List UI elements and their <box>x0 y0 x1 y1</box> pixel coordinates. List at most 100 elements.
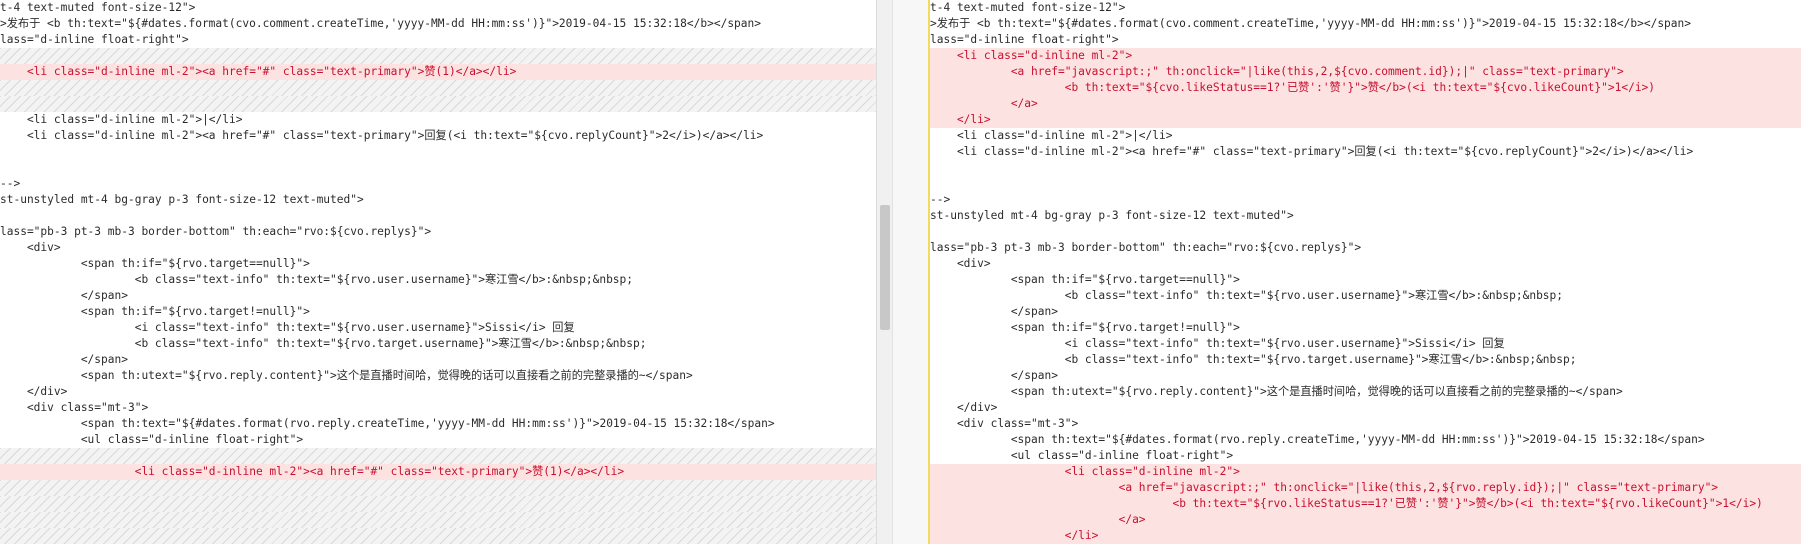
code-line-text: <ul class="d-inline float-right"> <box>930 449 1234 462</box>
code-line: <span th:if="${rvo.target!=null}"> <box>930 320 1801 336</box>
right-file-pane[interactable]: t-4 text-muted font-size-12"> >发布于 <b th:… <box>930 0 1801 544</box>
code-line: <li class="d-inline ml-2">|</li> <box>0 112 876 128</box>
code-line: <li class="d-inline ml-2"><a href="#" cl… <box>0 464 876 480</box>
diff-placeholder-line <box>0 48 876 64</box>
code-line-text: <span th:if="${rvo.target==null}"> <box>930 273 1240 286</box>
diff-gutter <box>892 0 1801 544</box>
code-line-text: t-4 text-muted font-size-12"> <box>0 1 196 14</box>
code-line-text: <b class="text-info" th:text="${rvo.targ… <box>930 353 1577 366</box>
code-line-text: <span th:text="${#dates.format(rvo.reply… <box>0 417 775 430</box>
code-line: <b class="text-info" th:text="${rvo.targ… <box>0 336 876 352</box>
code-line-text: >发布于 <b th:text="${#dates.format(cvo.com… <box>0 17 761 30</box>
diff-placeholder-line <box>0 448 876 464</box>
code-line: <div> <box>930 256 1801 272</box>
code-line-text: st-unstyled mt-4 bg-gray p-3 font-size-1… <box>930 209 1294 222</box>
code-line: <b th:text="${rvo.likeStatus==1?'已赞':'赞'… <box>930 496 1801 512</box>
code-line: <a href="javascript:;" th:onclick="|like… <box>930 64 1801 80</box>
code-line-text: lass="d-inline float-right"> <box>0 33 189 46</box>
code-line: <span th:text="${#dates.format(rvo.reply… <box>930 432 1801 448</box>
code-line: lass="d-inline float-right"> <box>930 32 1801 48</box>
code-line-text: <span th:utext="${rvo.reply.content}">这个… <box>0 369 693 382</box>
code-line-text: <li class="d-inline ml-2"><a href="#" cl… <box>0 65 517 78</box>
diff-placeholder-line <box>0 80 876 96</box>
code-line-text: </div> <box>0 385 68 398</box>
code-line: <div> <box>0 240 876 256</box>
code-line-text: </a> <box>930 513 1146 526</box>
code-line: lass="pb-3 pt-3 mb-3 border-bottom" th:e… <box>0 224 876 240</box>
code-line-text: lass="pb-3 pt-3 mb-3 border-bottom" th:e… <box>930 241 1362 254</box>
scrollbar-thumb[interactable] <box>880 205 890 330</box>
diff-viewer: t-4 text-muted font-size-12"> >发布于 <b th:… <box>0 0 1801 544</box>
code-line: </li> <box>930 112 1801 128</box>
code-line: t-4 text-muted font-size-12"> <box>930 0 1801 16</box>
code-line-text: lass="pb-3 pt-3 mb-3 border-bottom" th:e… <box>0 225 432 238</box>
code-line: <li class="d-inline ml-2">|</li> <box>930 128 1801 144</box>
code-line-text: <i class="text-info" th:text="${rvo.user… <box>0 321 575 334</box>
code-line-text: <b th:text="${cvo.likeStatus==1?'已赞':'赞'… <box>930 81 1656 94</box>
code-line-text: </span> <box>930 369 1058 382</box>
code-line-text: <div> <box>0 241 61 254</box>
left-vertical-scrollbar[interactable] <box>876 0 893 544</box>
code-line: </div> <box>930 400 1801 416</box>
code-line-text: </span> <box>930 305 1058 318</box>
code-line-text: </a> <box>930 97 1038 110</box>
code-line: <ul class="d-inline float-right"> <box>930 448 1801 464</box>
code-line-text: <li class="d-inline ml-2"><a href="#" cl… <box>930 145 1694 158</box>
code-line-text: <b class="text-info" th:text="${rvo.user… <box>930 289 1564 302</box>
diff-placeholder-line <box>0 96 876 112</box>
diff-placeholder-line <box>0 480 876 496</box>
code-line-text: st-unstyled mt-4 bg-gray p-3 font-size-1… <box>0 193 364 206</box>
code-line-text: <li class="d-inline ml-2">|</li> <box>0 113 243 126</box>
code-line-text: <li class="d-inline ml-2"> <box>930 49 1133 62</box>
code-line-text: </li> <box>930 529 1099 542</box>
code-line: <i class="text-info" th:text="${rvo.user… <box>930 336 1801 352</box>
code-line-text: <a href="javascript:;" th:onclick="|like… <box>930 481 1719 494</box>
code-line: st-unstyled mt-4 bg-gray p-3 font-size-1… <box>930 208 1801 224</box>
code-line: <b class="text-info" th:text="${rvo.targ… <box>930 352 1801 368</box>
code-line-text: </li> <box>930 113 991 126</box>
code-line: lass="d-inline float-right"> <box>0 32 876 48</box>
code-line: >发布于 <b th:text="${#dates.format(cvo.com… <box>0 16 876 32</box>
code-line: <b class="text-info" th:text="${rvo.user… <box>930 288 1801 304</box>
code-line: --> <box>0 176 876 192</box>
code-line: --> <box>930 192 1801 208</box>
code-line-text: lass="d-inline float-right"> <box>930 33 1119 46</box>
code-line: </a> <box>930 512 1801 528</box>
code-line-text: <span th:if="${rvo.target!=null}"> <box>930 321 1240 334</box>
code-line: <span th:text="${#dates.format(rvo.reply… <box>0 416 876 432</box>
code-line: </a> <box>930 96 1801 112</box>
code-line: <li class="d-inline ml-2"><a href="#" cl… <box>0 128 876 144</box>
code-line-text: <span th:if="${rvo.target==null}"> <box>0 257 310 270</box>
code-line-text: <div> <box>930 257 991 270</box>
code-line-text: <span th:text="${#dates.format(rvo.reply… <box>930 433 1705 446</box>
diff-placeholder-line <box>0 528 876 544</box>
code-line-text: <b class="text-info" th:text="${rvo.targ… <box>0 337 647 350</box>
code-line-text: <div class="mt-3"> <box>0 401 149 414</box>
code-line: st-unstyled mt-4 bg-gray p-3 font-size-1… <box>0 192 876 208</box>
code-line-text: t-4 text-muted font-size-12"> <box>930 1 1126 14</box>
code-line-text: </div> <box>930 401 998 414</box>
code-line: <div class="mt-3"> <box>0 400 876 416</box>
code-line-text: <span th:if="${rvo.target!=null}"> <box>0 305 310 318</box>
code-line: <b class="text-info" th:text="${rvo.user… <box>0 272 876 288</box>
code-line: lass="pb-3 pt-3 mb-3 border-bottom" th:e… <box>930 240 1801 256</box>
code-line: </li> <box>930 528 1801 544</box>
code-line: <div class="mt-3"> <box>930 416 1801 432</box>
code-line-text: <li class="d-inline ml-2"><a href="#" cl… <box>0 465 625 478</box>
code-line-text: <b th:text="${rvo.likeStatus==1?'已赞':'赞'… <box>930 497 1763 510</box>
code-line: <span th:utext="${rvo.reply.content}">这个… <box>0 368 876 384</box>
code-line-text: </span> <box>0 353 128 366</box>
code-line: </span> <box>0 352 876 368</box>
code-line: <span th:utext="${rvo.reply.content}">这个… <box>930 384 1801 400</box>
code-line: <span th:if="${rvo.target!=null}"> <box>0 304 876 320</box>
diff-placeholder-line <box>0 512 876 528</box>
code-line: </span> <box>930 304 1801 320</box>
code-line-text: --> <box>930 193 951 206</box>
left-file-pane[interactable]: t-4 text-muted font-size-12"> >发布于 <b th:… <box>0 0 876 544</box>
code-line: <span th:if="${rvo.target==null}"> <box>0 256 876 272</box>
